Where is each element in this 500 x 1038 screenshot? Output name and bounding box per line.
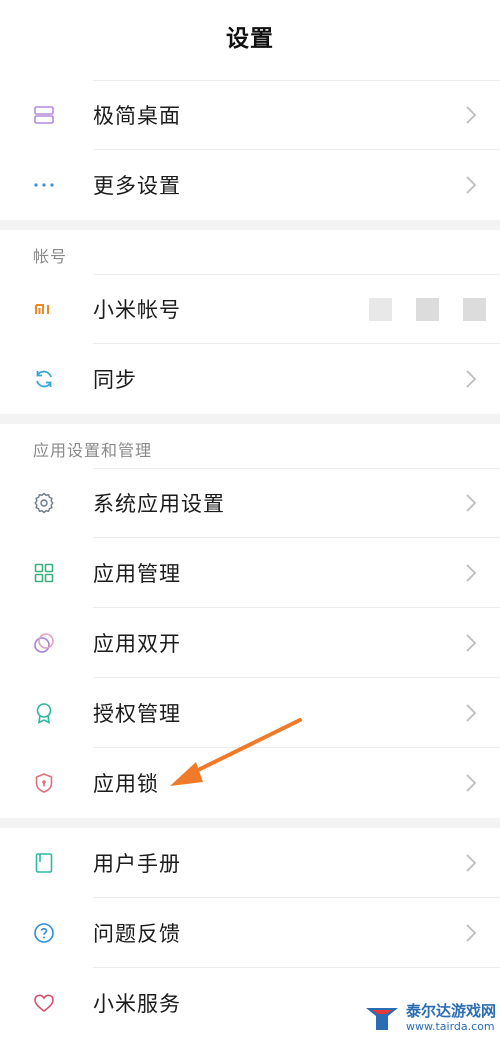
badge-icon: [32, 701, 56, 725]
settings-item-permissions[interactable]: 授权管理: [0, 678, 500, 748]
settings-item-label: 应用锁: [93, 772, 159, 796]
mi-logo-icon: [32, 297, 56, 321]
section-gap: [0, 818, 500, 828]
gear-icon: [32, 491, 56, 515]
settings-item-app-lock[interactable]: 应用锁: [0, 748, 500, 818]
account-avatar-placeholder: [369, 297, 486, 321]
dual-app-icon: [32, 631, 56, 655]
chevron-right-icon: [466, 704, 477, 722]
settings-item-label: 小米服务: [93, 992, 181, 1016]
watermark-name: 泰尔达游戏网: [405, 1002, 496, 1020]
grid-icon: [32, 561, 56, 585]
watermark-logo-icon: [365, 1008, 398, 1030]
sync-icon: [32, 367, 56, 391]
watermark-url: www.tairda.com: [405, 1020, 495, 1033]
minimal-desktop-icon: [32, 103, 56, 127]
section-title-account: 帐号: [33, 247, 68, 266]
settings-item-label: 问题反馈: [93, 922, 181, 946]
heart-icon: [32, 991, 56, 1015]
site-watermark: 泰尔达游戏网 www.tairda.com: [362, 1002, 496, 1034]
question-icon: [32, 921, 56, 945]
chevron-right-icon: [466, 634, 477, 652]
settings-item-app-management[interactable]: 应用管理: [0, 538, 500, 608]
settings-item-user-manual[interactable]: 用户手册: [0, 828, 500, 898]
chevron-right-icon: [466, 854, 477, 872]
settings-item-label: 授权管理: [93, 702, 181, 726]
settings-item-sync[interactable]: 同步: [0, 344, 500, 414]
shield-lock-icon: [32, 771, 56, 795]
page-title: 设置: [226, 26, 274, 52]
chevron-right-icon: [466, 774, 477, 792]
top-bar: 设置: [0, 0, 500, 72]
settings-item-label: 应用双开: [93, 632, 181, 656]
settings-item-dual-apps[interactable]: 应用双开: [0, 608, 500, 678]
settings-item-mi-account[interactable]: 小米帐号: [0, 274, 500, 344]
chevron-right-icon: [466, 494, 477, 512]
settings-item-label: 极简桌面: [93, 104, 181, 128]
settings-item-feedback[interactable]: 问题反馈: [0, 898, 500, 968]
settings-item-label: 小米帐号: [93, 298, 181, 322]
section-title-apps: 应用设置和管理: [33, 441, 153, 460]
settings-item-label: 应用管理: [93, 562, 181, 586]
book-icon: [32, 851, 56, 875]
section-gap: [0, 220, 500, 230]
chevron-right-icon: [466, 176, 477, 194]
settings-item-label: 同步: [93, 368, 137, 392]
chevron-right-icon: [466, 370, 477, 388]
settings-item-system-apps[interactable]: 系统应用设置: [0, 468, 500, 538]
settings-item-minimal-desktop[interactable]: 极简桌面: [0, 80, 500, 150]
chevron-right-icon: [466, 924, 477, 942]
settings-item-label: 用户手册: [93, 852, 181, 876]
chevron-right-icon: [466, 106, 477, 124]
section-gap: [0, 414, 500, 424]
more-dots-icon: [32, 173, 56, 197]
chevron-right-icon: [466, 564, 477, 582]
settings-item-label: 系统应用设置: [93, 492, 225, 516]
settings-item-more-settings[interactable]: 更多设置: [0, 150, 500, 220]
settings-item-label: 更多设置: [93, 174, 181, 198]
